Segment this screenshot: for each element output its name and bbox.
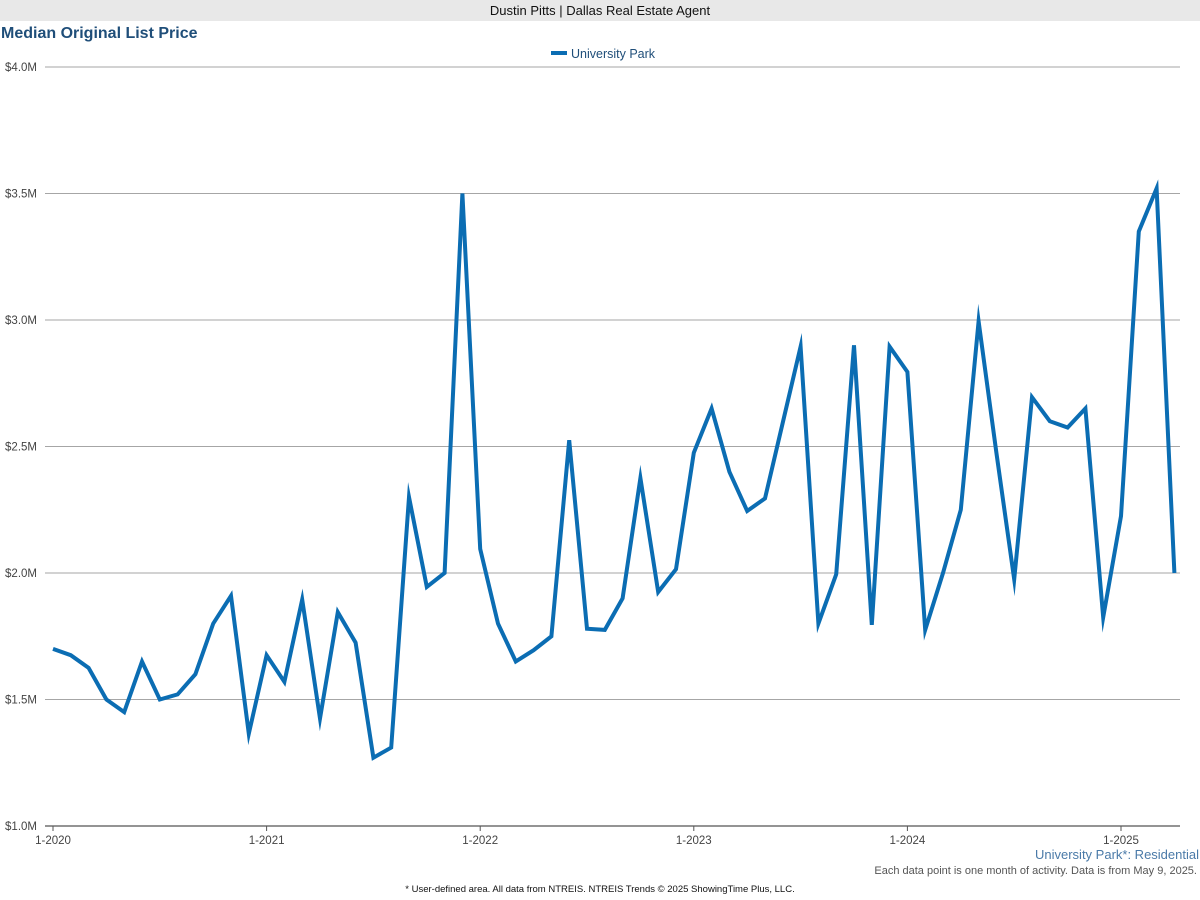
x-tick-label: 1-2022 <box>462 835 498 847</box>
source-note: * User-defined area. All data from NTREI… <box>405 884 795 895</box>
series-line-university-park <box>52 179 1177 761</box>
x-tick-label: 1-2025 <box>1103 835 1139 847</box>
region-label: University Park*: Residential <box>1034 847 1199 862</box>
x-tick-label: 1-2020 <box>35 835 71 847</box>
data-note: Each data point is one month of activity… <box>874 865 1197 877</box>
y-tick-label: $3.0M <box>5 315 37 327</box>
series-layer <box>52 179 1177 761</box>
line-chart: $1.0M $1.5M $2.0M $2.5M $3.0M $3.5M $4.0M 1-202… <box>5 47 1180 847</box>
x-tick-label: 1-2024 <box>889 835 925 847</box>
axes: $1.0M $1.5M $2.0M $2.5M $3.0M $3.5M $4.0M 1-202… <box>5 62 1180 847</box>
y-tick-label: $1.0M <box>5 821 37 833</box>
x-tick-label: 1-2023 <box>676 835 712 847</box>
y-tick-label: $3.5M <box>5 189 37 201</box>
y-tick-label: $1.5M <box>5 695 37 707</box>
legend-label: University Park <box>571 47 656 61</box>
y-tick-label: $2.0M <box>5 568 37 580</box>
legend: University Park <box>551 47 656 61</box>
y-tick-label: $2.5M <box>5 442 37 454</box>
grid-lines <box>45 66 1180 827</box>
y-tick-label: $4.0M <box>5 62 37 74</box>
x-tick-label: 1-2021 <box>249 835 285 847</box>
